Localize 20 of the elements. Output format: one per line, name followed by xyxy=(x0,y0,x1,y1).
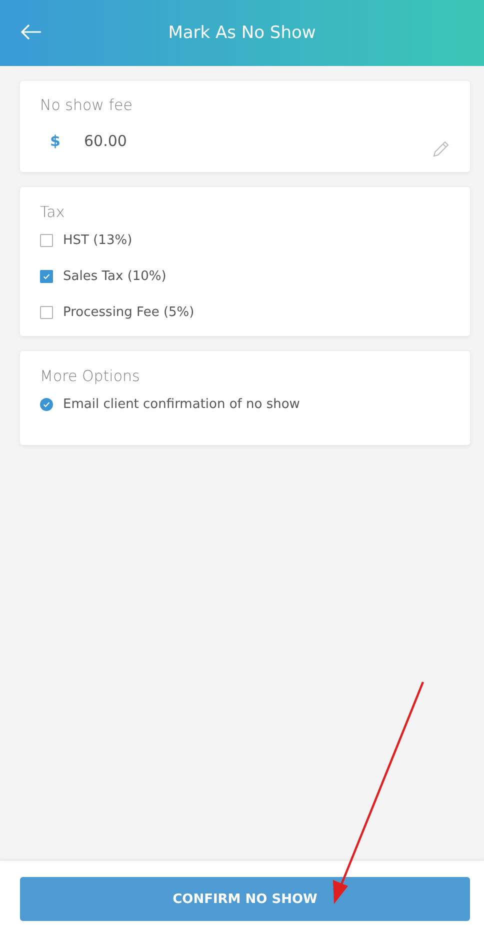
pencil-icon xyxy=(432,140,450,158)
radio-checkbox[interactable] xyxy=(40,398,53,411)
section-title: More Options xyxy=(40,367,141,385)
edit-button[interactable] xyxy=(432,140,450,158)
checkmark-icon xyxy=(42,400,51,409)
checkbox-label: Sales Tax (10%) xyxy=(63,269,166,284)
section-title: Tax xyxy=(40,203,66,221)
back-arrow-icon xyxy=(20,24,42,40)
fee-amount: 60.00 xyxy=(84,132,128,150)
checkbox-label: HST (13%) xyxy=(63,233,132,248)
confirm-button[interactable]: CONFIRM NO SHOW xyxy=(20,877,470,921)
fee-label: No show fee xyxy=(40,96,134,114)
option-label: Email client confirmation of no show xyxy=(63,397,300,412)
currency-symbol: $ xyxy=(50,132,62,150)
checkbox[interactable] xyxy=(40,234,53,247)
checkbox[interactable] xyxy=(40,270,53,283)
page-title: Mark As No Show xyxy=(168,23,316,43)
checkmark-icon xyxy=(42,272,51,281)
checkbox[interactable] xyxy=(40,306,53,319)
checkbox-label: Processing Fee (5%) xyxy=(63,305,194,320)
